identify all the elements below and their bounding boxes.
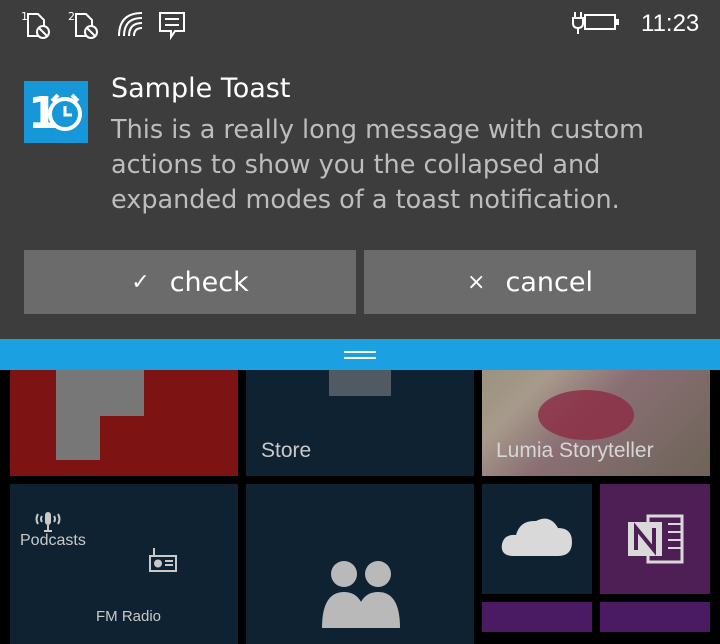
sim-no-service-icon: 1 <box>21 10 50 39</box>
wifi-icon <box>118 12 143 37</box>
check-button[interactable]: ✓ check <box>24 250 356 314</box>
people-tile[interactable] <box>246 484 474 644</box>
sim1-label: 1 <box>21 10 28 23</box>
checkmark-icon: ✓ <box>131 269 150 295</box>
clock: 11:23 <box>641 10 700 37</box>
message-icon <box>159 12 185 40</box>
onedrive-tile[interactable] <box>482 484 592 594</box>
status-bar: 1 2 11:23 <box>0 0 720 50</box>
grip-line <box>344 357 376 359</box>
toast-message: This is a really long message with custo… <box>111 115 644 215</box>
app-tile[interactable] <box>600 602 710 632</box>
store-tile-label: Store <box>261 439 312 462</box>
sim2-label: 2 <box>68 10 75 23</box>
storyteller-tile-label: Lumia Storyteller <box>496 439 654 462</box>
expand-collapse-handle[interactable] <box>0 339 720 370</box>
sim-no-service-icon: 2 <box>68 10 98 39</box>
alarm-clock-app-icon: 1 <box>28 88 82 139</box>
check-button-label: check <box>169 266 249 298</box>
toast-app-icon: 1 <box>24 81 88 143</box>
app-icon-number: 1 <box>28 88 59 139</box>
cancel-button-label: cancel <box>505 266 593 298</box>
close-icon: × <box>467 269 486 295</box>
app-tile[interactable] <box>482 602 592 632</box>
fm-radio-label: FM Radio <box>96 608 162 625</box>
people-icon <box>322 561 400 628</box>
podcasts-tile[interactable]: Podcasts FM Radio <box>10 484 238 644</box>
onenote-icon <box>628 514 684 564</box>
battery-charging-icon <box>572 12 619 34</box>
storyteller-photo <box>538 390 634 440</box>
cloud-icon <box>501 518 572 556</box>
radio-icon <box>149 548 177 572</box>
cancel-button[interactable]: × cancel <box>364 250 696 314</box>
flipboard-logo-part <box>56 416 100 460</box>
notification-panel: 1 2 11:23 1 Sample Toast This is a reall… <box>0 0 720 339</box>
podcast-icon <box>35 512 61 532</box>
onenote-tile[interactable] <box>600 484 710 594</box>
grip-line <box>344 351 376 353</box>
toast-title: Sample Toast <box>111 73 291 104</box>
podcasts-tile-label: Podcasts <box>20 532 86 549</box>
